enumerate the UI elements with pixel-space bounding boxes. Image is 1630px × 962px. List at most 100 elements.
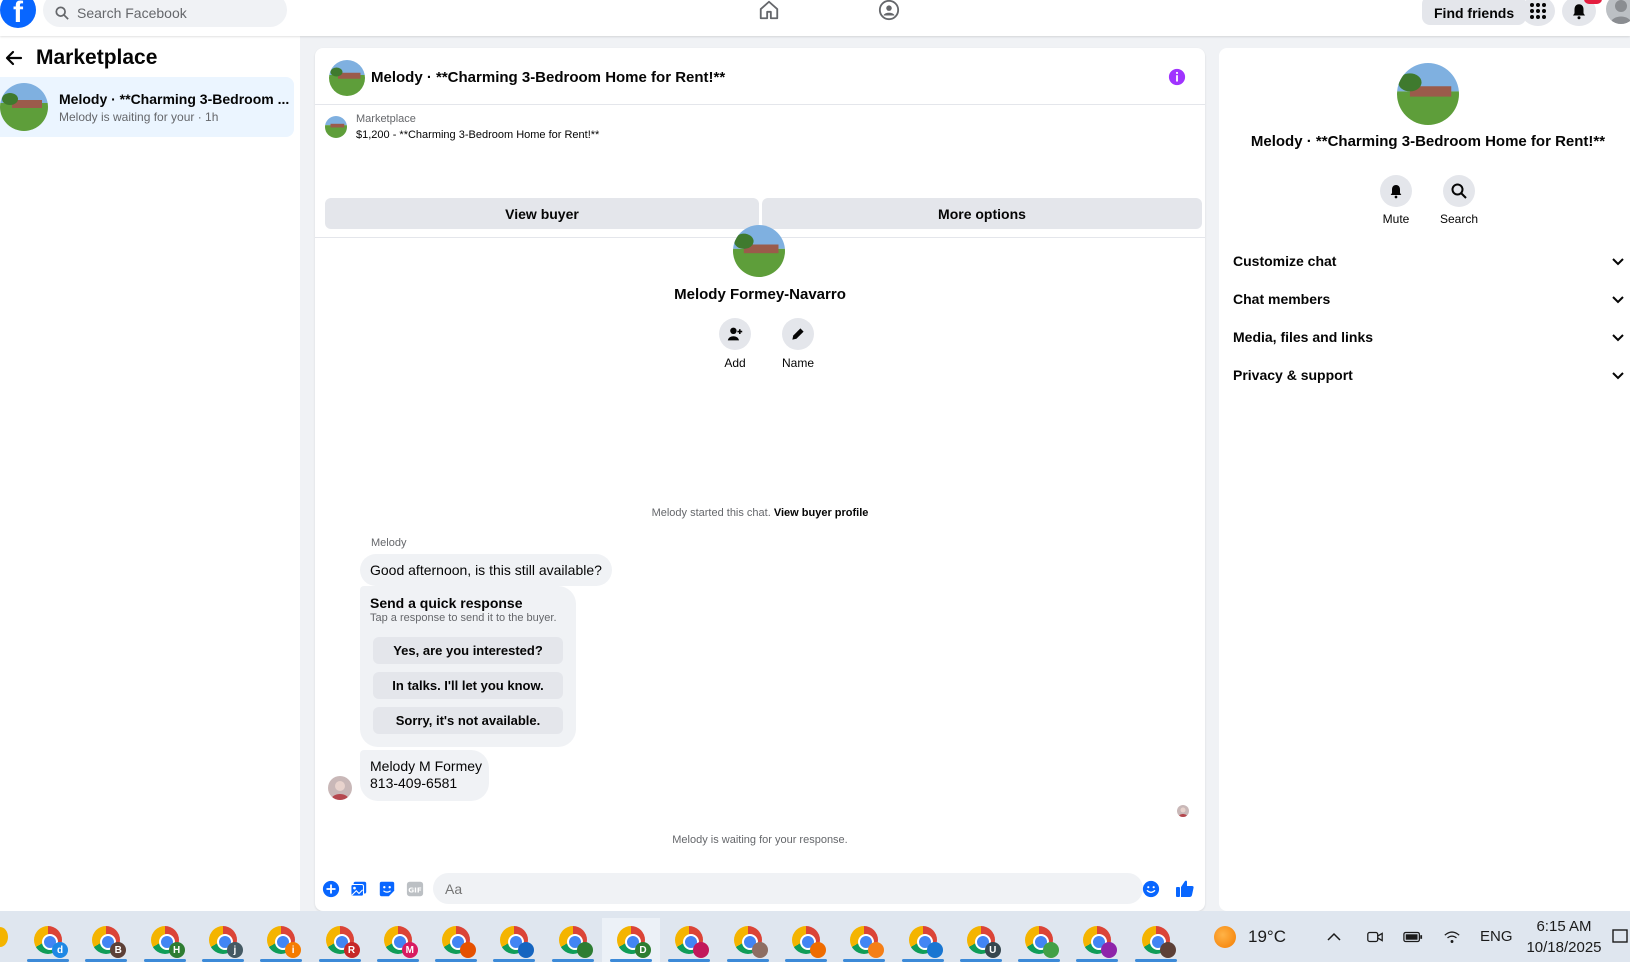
media-files-links-section[interactable]: Media, files and links xyxy=(1233,321,1625,353)
home-icon[interactable] xyxy=(757,0,781,22)
listing-banner: Marketplace $1,200 - **Charming 3-Bedroo… xyxy=(315,105,1205,238)
sender-avatar[interactable] xyxy=(328,776,352,800)
profile-badge: d xyxy=(52,942,68,958)
customize-chat-section[interactable]: Customize chat xyxy=(1233,245,1625,277)
view-buyer-profile-link[interactable]: View buyer profile xyxy=(774,507,869,519)
weather-widget[interactable]: 19°C xyxy=(1214,911,1286,962)
quick-response-option[interactable]: Yes, are you interested? xyxy=(373,637,563,664)
section-label: Chat members xyxy=(1233,291,1331,307)
chevron-up-icon xyxy=(1327,932,1341,941)
sidebar-header: Marketplace xyxy=(4,46,157,70)
privacy-support-section[interactable]: Privacy & support xyxy=(1233,359,1625,391)
chrome-icon xyxy=(1141,926,1176,958)
view-buyer-button[interactable]: View buyer xyxy=(325,198,759,229)
taskbar-chrome-app[interactable] xyxy=(660,918,718,962)
chat-window: Melody · **Charming 3-Bedroom Home for R… xyxy=(315,48,1205,911)
grid-icon xyxy=(1530,3,1546,19)
language-indicator[interactable]: ENG xyxy=(1480,911,1513,962)
buyer-name: Melody Formey-Navarro xyxy=(674,286,846,303)
top-navigation-bar: f Find friends xyxy=(0,0,1630,36)
taskbar-chrome-app[interactable] xyxy=(1068,918,1126,962)
details-title: Melody · **Charming 3-Bedroom Home for R… xyxy=(1250,133,1606,150)
details-photo[interactable] xyxy=(1397,63,1459,125)
account-avatar[interactable] xyxy=(1606,0,1630,24)
profile-badge: U xyxy=(984,942,1001,958)
profile-badge xyxy=(693,942,710,958)
chevron-down-icon xyxy=(1612,372,1624,380)
facebook-logo[interactable]: f xyxy=(0,0,36,28)
conversation-item[interactable]: Melody · **Charming 3-Bedroom ... Melody… xyxy=(0,77,294,137)
taskbar-chrome-app[interactable] xyxy=(544,918,602,962)
temperature: 19°C xyxy=(1248,926,1286,946)
chrome-icon: d xyxy=(34,926,68,958)
weather-sun-icon xyxy=(1214,925,1236,948)
search-input[interactable] xyxy=(77,5,267,21)
wifi-icon[interactable] xyxy=(1443,911,1461,962)
name-label: Name xyxy=(781,356,814,370)
quick-response-option[interactable]: Sorry, it's not available. xyxy=(373,707,563,734)
taskbar-chrome-app[interactable]: H xyxy=(136,918,194,962)
meet-icon[interactable] xyxy=(1366,911,1384,962)
mute-button[interactable]: Mute xyxy=(1368,175,1424,226)
taskbar-chrome-app[interactable]: M xyxy=(369,918,427,962)
taskbar-chrome-app[interactable] xyxy=(894,918,952,962)
taskbar-chrome-app[interactable] xyxy=(427,918,485,962)
taskbar-chrome-app[interactable] xyxy=(719,918,777,962)
menu-grid-button[interactable] xyxy=(1521,0,1555,26)
quick-response-card: Send a quick response Tap a response to … xyxy=(360,586,576,747)
start-partial-icon[interactable] xyxy=(0,927,8,947)
search-facebook-box[interactable] xyxy=(43,0,287,27)
taskbar-chrome-app[interactable] xyxy=(835,918,893,962)
search-label: Search xyxy=(1439,212,1479,226)
find-friends-button[interactable]: Find friends xyxy=(1422,0,1527,25)
chat-members-section[interactable]: Chat members xyxy=(1233,283,1625,315)
taskbar-chrome-app[interactable]: R xyxy=(311,918,369,962)
chrome-icon xyxy=(908,926,943,958)
sticker-icon[interactable] xyxy=(377,879,397,899)
chat-started-notice: Melody started this chat. View buyer pro… xyxy=(315,507,1205,519)
message-input-box[interactable] xyxy=(433,873,1143,904)
notification-center-icon[interactable] xyxy=(1612,911,1628,962)
taskbar-chrome-app[interactable]: i xyxy=(252,918,310,962)
more-options-button[interactable]: More options xyxy=(762,198,1202,229)
chat-header-thumbnail[interactable] xyxy=(329,60,365,96)
svg-text:GIF: GIF xyxy=(408,886,422,895)
back-arrow-icon[interactable] xyxy=(4,48,24,68)
taskbar-chrome-app[interactable] xyxy=(777,918,835,962)
search-icon xyxy=(55,6,69,20)
groups-icon[interactable] xyxy=(877,0,901,22)
taskbar-chrome-app[interactable] xyxy=(1010,918,1068,962)
gif-icon[interactable]: GIF xyxy=(405,879,425,899)
add-button[interactable]: Add xyxy=(711,318,759,370)
taskbar-chrome-app[interactable]: j xyxy=(194,918,252,962)
battery-icon[interactable] xyxy=(1403,911,1423,962)
info-icon[interactable] xyxy=(1168,68,1186,86)
taskbar-chrome-app[interactable]: B xyxy=(77,918,135,962)
thumbs-up-icon[interactable] xyxy=(1175,879,1195,899)
photo-icon[interactable] xyxy=(349,879,369,899)
profile-badge xyxy=(460,942,477,958)
conversation-name: Melody · **Charming 3-Bedroom ... xyxy=(59,91,290,107)
profile-badge xyxy=(576,942,593,958)
taskbar-chrome-app[interactable]: d xyxy=(19,918,77,962)
chat-title[interactable]: Melody · **Charming 3-Bedroom Home for R… xyxy=(371,69,725,86)
taskbar-chrome-app[interactable] xyxy=(1127,918,1185,962)
search-chat-button[interactable]: Search xyxy=(1431,175,1487,226)
quick-response-title: Send a quick response xyxy=(370,595,523,611)
taskbar-chrome-app[interactable] xyxy=(485,918,543,962)
plus-icon[interactable] xyxy=(321,879,341,899)
taskbar-chrome-app[interactable]: D xyxy=(602,918,660,962)
taskbar-chrome-app[interactable]: U xyxy=(952,918,1010,962)
emoji-icon[interactable] xyxy=(1141,879,1161,899)
chevron-down-icon xyxy=(1612,296,1624,304)
listing-price-title[interactable]: $1,200 - **Charming 3-Bedroom Home for R… xyxy=(356,129,599,141)
message-input[interactable] xyxy=(445,880,1085,897)
chrome-icon xyxy=(442,926,477,958)
show-hidden-icons-button[interactable] xyxy=(1326,911,1342,962)
name-button[interactable]: Name xyxy=(774,318,822,370)
quick-response-option[interactable]: In talks. I'll let you know. xyxy=(373,672,563,699)
clock[interactable]: 6:15 AM 10/18/2025 xyxy=(1525,911,1603,962)
chrome-icon: H xyxy=(150,926,185,958)
buyer-profile-photo[interactable] xyxy=(733,225,785,277)
chrome-icon xyxy=(500,926,535,958)
